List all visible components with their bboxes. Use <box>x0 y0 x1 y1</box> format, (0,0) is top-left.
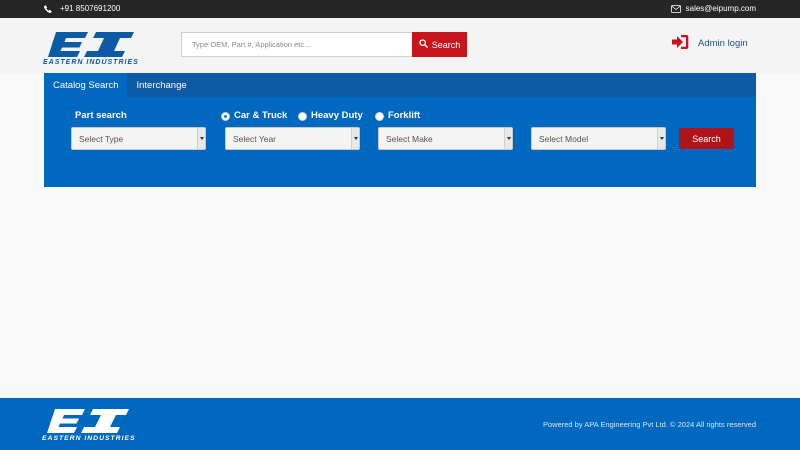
select-make[interactable]: Select Make <box>378 127 513 150</box>
top-bar: +91 8507691200 sales@eipump.com <box>0 0 800 18</box>
admin-login-link[interactable]: Admin login <box>671 34 748 53</box>
radio-label: Heavy Duty <box>311 110 363 121</box>
tab-catalog-search[interactable]: Catalog Search <box>44 73 128 97</box>
admin-login-label: Admin login <box>698 38 748 49</box>
dropdown-arrow-icon <box>504 128 512 149</box>
contact-phone[interactable]: +91 8507691200 <box>44 4 120 13</box>
part-search-label: Part search <box>75 110 127 121</box>
phone-number: +91 8507691200 <box>60 4 121 13</box>
radio-car-truck[interactable]: Car & Truck <box>221 110 287 121</box>
site-header: EASTERN INDUSTRIES Search Admin login <box>0 18 800 73</box>
dropdown-arrow-icon <box>657 128 665 149</box>
radio-heavy-duty[interactable]: Heavy Duty <box>298 110 363 121</box>
sign-in-icon <box>671 34 689 53</box>
dropdown-arrow-icon <box>197 128 205 149</box>
search-button[interactable]: Search <box>412 32 467 57</box>
radio-button-checked[interactable] <box>221 112 230 121</box>
search-input[interactable] <box>181 32 412 57</box>
email-address: sales@eipump.com <box>685 4 756 13</box>
phone-icon <box>44 4 52 13</box>
svg-text:EASTERN INDUSTRIES: EASTERN INDUSTRIES <box>43 59 139 66</box>
radio-label: Forklift <box>388 110 421 121</box>
site-footer: EASTERN INDUSTRIES Powered by APA Engine… <box>0 398 800 450</box>
select-model[interactable]: Select Model <box>531 127 666 150</box>
select-type[interactable]: Select Type <box>71 127 206 150</box>
radio-label: Car & Truck <box>234 110 288 121</box>
header-search: Search <box>181 32 467 57</box>
select-value: Select Type <box>79 133 124 144</box>
catalog-search-panel: Catalog Search Interchange Part search C… <box>44 73 756 187</box>
radio-button[interactable] <box>375 112 384 121</box>
footer-logo[interactable]: EASTERN INDUSTRIES <box>41 407 145 442</box>
select-value: Select Make <box>386 133 433 144</box>
search-icon <box>419 39 428 50</box>
tab-interchange[interactable]: Interchange <box>127 73 195 97</box>
search-button-label: Search <box>431 39 461 50</box>
select-year[interactable]: Select Year <box>225 127 360 150</box>
envelope-icon <box>670 4 681 13</box>
dropdown-arrow-icon <box>351 128 359 149</box>
radio-button[interactable] <box>298 112 307 121</box>
part-search-button[interactable]: Search <box>679 128 734 149</box>
site-logo[interactable]: EASTERN INDUSTRIES <box>42 30 150 66</box>
select-value: Select Year <box>233 133 277 144</box>
select-value: Select Model <box>539 133 589 144</box>
copyright-text: Powered by APA Engineering Pvt Ltd. © 20… <box>542 420 756 429</box>
radio-forklift[interactable]: Forklift <box>375 110 420 121</box>
contact-email[interactable]: sales@eipump.com <box>670 4 756 13</box>
svg-text:EASTERN INDUSTRIES: EASTERN INDUSTRIES <box>42 435 136 441</box>
search-tabs: Catalog Search Interchange <box>44 73 756 97</box>
